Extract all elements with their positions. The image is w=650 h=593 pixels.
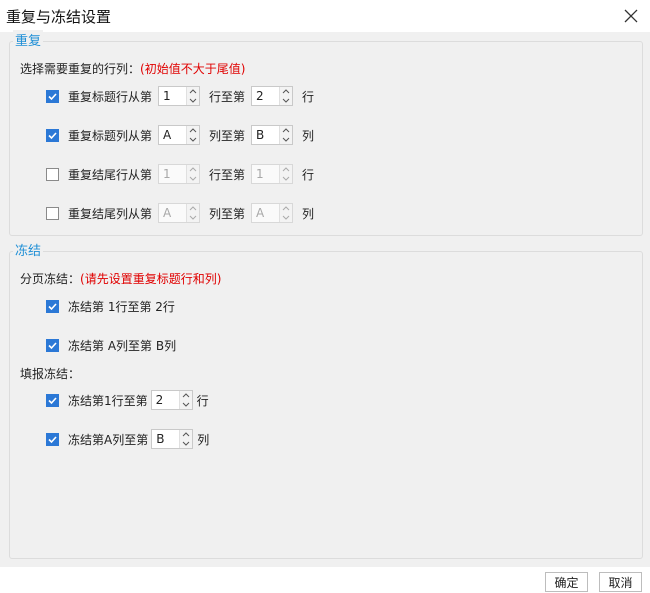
freeze-group-title: 冻结 xyxy=(13,240,44,259)
repeat-footer-cols-checkbox[interactable] xyxy=(46,206,59,220)
paging-freeze-cols: 冻结第 A列至第 B列 xyxy=(46,335,176,355)
spin-down-icon[interactable] xyxy=(280,135,292,144)
spin-down-icon[interactable] xyxy=(280,96,292,105)
repeat-footer-cols: 重复结尾列从第 列至第 列 xyxy=(46,203,314,223)
repeat-title-cols-unit: 列 xyxy=(302,128,315,143)
spin-down-icon xyxy=(280,174,292,183)
fill-freeze-cols-stepper[interactable] xyxy=(151,429,194,449)
repeat-footer-cols-unit: 列 xyxy=(302,206,315,221)
repeat-prompt: 选择需要重复的行列：(初始值不大于尾值) xyxy=(20,60,245,77)
fill-freeze-label: 填报冻结： xyxy=(20,367,81,381)
paging-freeze-rows-label: 冻结第 1行至第 2行 xyxy=(68,299,175,314)
spin-down-icon xyxy=(187,174,199,183)
ok-button[interactable]: 确定 xyxy=(545,572,588,592)
repeat-title-rows-checkbox[interactable] xyxy=(46,89,59,103)
repeat-footer-rows-from-stepper xyxy=(158,164,201,184)
repeat-footer-rows-unit: 行 xyxy=(302,167,315,182)
spin-up-icon xyxy=(187,165,199,174)
repeat-title-rows: 重复标题行从第 行至第 行 xyxy=(46,86,314,106)
repeat-group-title: 重复 xyxy=(13,30,44,49)
spin-down-icon[interactable] xyxy=(180,439,192,448)
fill-freeze-rows-stepper[interactable] xyxy=(150,390,193,410)
fill-freeze-rows-unit: 行 xyxy=(196,393,209,408)
paging-freeze-label: 分页冻结：(请先设置重复标题行和列) xyxy=(20,270,221,287)
paging-freeze-cols-checkbox[interactable] xyxy=(46,338,59,352)
cancel-button[interactable]: 取消 xyxy=(599,572,642,592)
fill-freeze-cols-checkbox[interactable] xyxy=(46,432,59,446)
spin-up-icon[interactable] xyxy=(280,126,292,135)
repeat-title-cols-to-stepper[interactable] xyxy=(251,125,294,145)
spin-down-icon xyxy=(187,213,199,222)
repeat-title-rows-middle: 行至第 xyxy=(209,89,246,104)
repeat-footer-rows-checkbox[interactable] xyxy=(46,167,59,181)
repeat-footer-rows-middle: 行至第 xyxy=(209,167,246,182)
spin-up-icon xyxy=(280,204,292,213)
repeat-title-cols-from-stepper[interactable] xyxy=(158,125,201,145)
repeat-note: (初始值不大于尾值) xyxy=(140,62,246,76)
repeat-title-cols-label: 重复标题列从第 xyxy=(68,128,153,143)
repeat-title-cols-middle: 列至第 xyxy=(209,128,246,143)
repeat-title-rows-unit: 行 xyxy=(302,89,315,104)
spin-up-icon xyxy=(280,165,292,174)
title-bar: 重复与冻结设置 xyxy=(0,0,650,32)
repeat-footer-rows: 重复结尾行从第 行至第 行 xyxy=(46,164,314,184)
fill-freeze-rows-label: 冻结第1行至第 xyxy=(68,393,148,408)
repeat-footer-cols-to-stepper xyxy=(251,203,294,223)
repeat-footer-rows-label: 重复结尾行从第 xyxy=(68,167,153,182)
fill-freeze-rows: 冻结第1行至第 行 xyxy=(46,390,209,410)
freeze-group: 冻结 分页冻结：(请先设置重复标题行和列) 冻结第 1行至第 2行 冻结第 A列… xyxy=(9,240,643,559)
repeat-prompt-text: 选择需要重复的行列： xyxy=(20,62,141,76)
spin-up-icon[interactable] xyxy=(180,430,192,439)
fill-freeze-cols-label: 冻结第A列至第 xyxy=(68,432,149,447)
fill-freeze-cols: 冻结第A列至第 列 xyxy=(46,429,209,449)
spin-down-icon[interactable] xyxy=(187,135,199,144)
paging-freeze-note: (请先设置重复标题行和列) xyxy=(80,272,222,286)
dialog-content: 重复 选择需要重复的行列：(初始值不大于尾值) 重复标题行从第 行至第 行 xyxy=(0,30,650,567)
spin-down-icon[interactable] xyxy=(187,96,199,105)
spin-up-icon[interactable] xyxy=(280,87,292,96)
repeat-title-cols-checkbox[interactable] xyxy=(46,128,59,142)
repeat-group: 重复 选择需要重复的行列：(初始值不大于尾值) 重复标题行从第 行至第 行 xyxy=(9,30,643,236)
fill-freeze-rows-checkbox[interactable] xyxy=(46,393,59,407)
spin-down-icon xyxy=(280,213,292,222)
repeat-footer-cols-middle: 列至第 xyxy=(209,206,246,221)
spin-up-icon xyxy=(187,204,199,213)
repeat-footer-cols-from-stepper xyxy=(158,203,201,223)
spin-up-icon[interactable] xyxy=(187,87,199,96)
spin-down-icon[interactable] xyxy=(180,400,192,409)
spin-up-icon[interactable] xyxy=(180,391,192,400)
repeat-footer-cols-label: 重复结尾列从第 xyxy=(68,206,153,221)
paging-freeze-cols-label: 冻结第 A列至第 B列 xyxy=(68,338,177,353)
spin-up-icon[interactable] xyxy=(187,126,199,135)
repeat-title-cols: 重复标题列从第 列至第 列 xyxy=(46,125,314,145)
repeat-footer-rows-to-stepper xyxy=(251,164,294,184)
paging-freeze-rows: 冻结第 1行至第 2行 xyxy=(46,296,175,316)
paging-freeze-text: 分页冻结： xyxy=(20,272,81,286)
close-icon[interactable] xyxy=(620,5,642,27)
repeat-title-rows-label: 重复标题行从第 xyxy=(68,89,153,104)
window-title: 重复与冻结设置 xyxy=(6,8,112,26)
paging-freeze-rows-checkbox[interactable] xyxy=(46,299,59,313)
repeat-title-rows-from-stepper[interactable] xyxy=(158,86,201,106)
repeat-title-rows-to-stepper[interactable] xyxy=(251,86,294,106)
fill-freeze-cols-unit: 列 xyxy=(197,432,210,447)
